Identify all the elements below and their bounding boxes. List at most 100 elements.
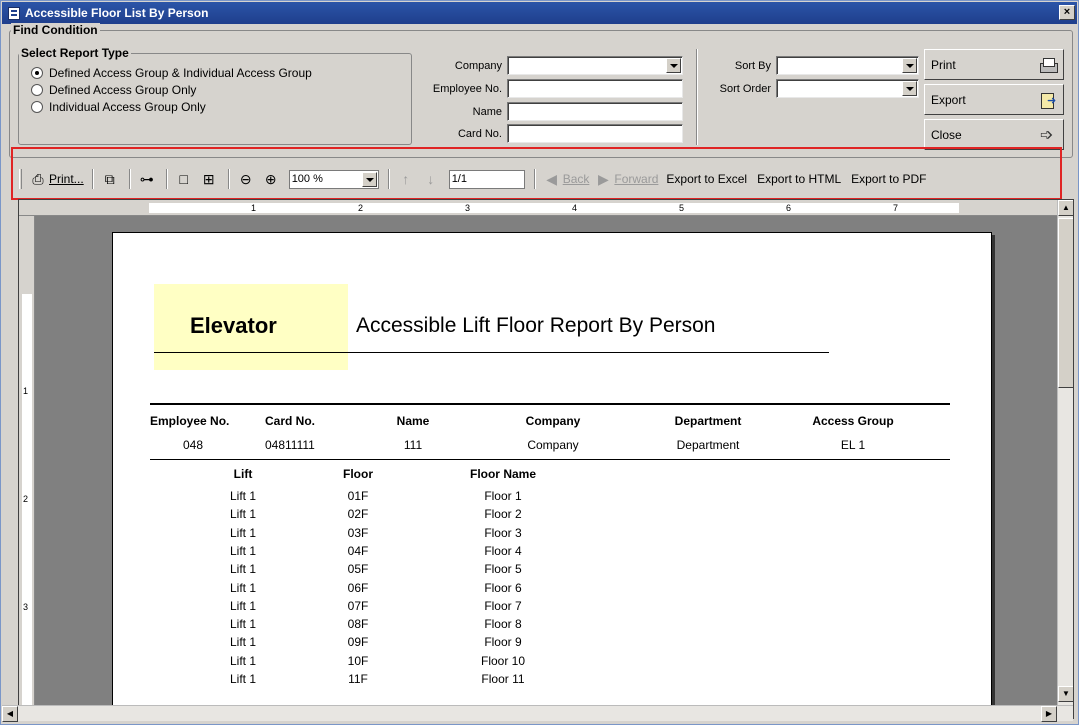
floor-cell: 04F xyxy=(347,543,369,558)
chevron-down-icon[interactable] xyxy=(902,58,917,73)
report-type-legend: Select Report Type xyxy=(19,46,131,60)
lift-cell: Lift 1 xyxy=(229,598,256,613)
title-bar: Accessible Floor List By Person × xyxy=(2,2,1077,24)
card-no-input[interactable] xyxy=(507,124,683,143)
scroll-down-arrow[interactable]: ▼ xyxy=(1058,686,1073,702)
radio-label: Individual Access Group Only xyxy=(49,100,206,114)
sort-order-select[interactable] xyxy=(776,79,919,98)
radio-label: Defined Access Group Only xyxy=(49,83,197,97)
horizontal-scrollbar[interactable]: ◀ ▶ xyxy=(2,705,1073,722)
export-button-label: Export xyxy=(931,92,966,107)
sort-by-label: Sort By xyxy=(734,60,771,72)
radio-label: Defined Access Group & Individual Access… xyxy=(49,66,312,80)
company-select[interactable] xyxy=(507,56,683,75)
export-button[interactable]: Export xyxy=(924,84,1064,115)
ruler-tick: 2 xyxy=(358,203,364,213)
employee-no-value: 048 xyxy=(182,438,204,452)
ruler-tick: 3 xyxy=(23,602,29,612)
scroll-thumb[interactable] xyxy=(1058,218,1073,388)
floor-cell: 10F xyxy=(347,653,369,668)
col-access-group: Access Group xyxy=(812,414,894,428)
divider xyxy=(696,49,698,145)
close-window-button[interactable]: × xyxy=(1059,5,1075,20)
ruler-tick: 3 xyxy=(465,203,471,213)
floor-cell: 03F xyxy=(347,525,369,540)
col-floor-name: Floor Name xyxy=(469,467,536,481)
toolbar-highlight xyxy=(11,147,1062,200)
col-department: Department xyxy=(674,414,742,428)
radio-defined-only[interactable]: Defined Access Group Only xyxy=(31,83,196,97)
sort-order-label: Sort Order xyxy=(719,83,771,95)
vertical-scrollbar[interactable]: ▲ ▼ xyxy=(1057,200,1073,718)
app-icon xyxy=(8,6,20,20)
col-card-no: Card No. xyxy=(265,414,316,428)
ruler-tick: 1 xyxy=(23,386,29,396)
floor-name-cell: Floor 6 xyxy=(484,580,522,595)
horizontal-ruler: 1 2 3 4 5 6 7 xyxy=(19,200,1059,216)
report-title: Accessible Lift Floor Report By Person xyxy=(356,314,716,337)
window-title: Accessible Floor List By Person xyxy=(25,6,209,20)
floor-name-cell: Floor 4 xyxy=(484,543,522,558)
close-button[interactable]: Close xyxy=(924,119,1064,150)
radio-button[interactable] xyxy=(31,67,43,79)
ruler-tick: 5 xyxy=(679,203,685,213)
print-button-label: Print xyxy=(931,57,956,72)
col-name: Name xyxy=(396,414,430,428)
lift-cell: Lift 1 xyxy=(229,635,256,650)
radio-defined-and-individual[interactable]: Defined Access Group & Individual Access… xyxy=(31,66,312,80)
ruler-tick: 2 xyxy=(23,494,29,504)
col-company: Company xyxy=(525,414,581,428)
report-preview[interactable]: 1 2 3 4 5 6 7 1 2 3 Elevator Accessible … xyxy=(18,199,1074,719)
report-page: Elevator Accessible Lift Floor Report By… xyxy=(112,232,992,718)
sort-by-select[interactable] xyxy=(776,56,919,75)
header-rule xyxy=(150,403,950,405)
lift-cell: Lift 1 xyxy=(229,543,256,558)
name-input[interactable] xyxy=(507,102,683,121)
floor-cell: 06F xyxy=(347,580,369,595)
printer-icon xyxy=(1039,57,1058,73)
scroll-right-arrow[interactable]: ▶ xyxy=(1041,706,1057,722)
export-icon xyxy=(1039,92,1057,109)
radio-individual-only[interactable]: Individual Access Group Only xyxy=(31,100,206,114)
company-value: Company xyxy=(527,438,579,452)
card-no-label: Card No. xyxy=(457,128,502,140)
company-label: Company xyxy=(454,60,502,72)
lift-cell: Lift 1 xyxy=(229,525,256,540)
ruler-tick: 6 xyxy=(786,203,792,213)
col-floor: Floor xyxy=(343,467,373,481)
ruler-tick: 1 xyxy=(251,203,257,213)
title-rule xyxy=(154,352,829,353)
employee-no-input[interactable] xyxy=(507,79,683,98)
floor-name-cell: Floor 5 xyxy=(484,562,522,577)
floor-cell: 08F xyxy=(347,617,369,632)
floor-name-cell: Floor 9 xyxy=(484,635,522,650)
ruler-scale xyxy=(149,203,959,213)
detail-rule xyxy=(150,459,950,460)
col-employee-no: Employee No. xyxy=(150,414,230,428)
radio-button[interactable] xyxy=(31,84,43,96)
access-group-value: EL 1 xyxy=(840,438,866,452)
floor-cell: 07F xyxy=(347,598,369,613)
app-window: Accessible Floor List By Person × Find C… xyxy=(0,0,1079,725)
chevron-down-icon[interactable] xyxy=(902,81,917,96)
floor-cell: 01F xyxy=(347,489,369,503)
scroll-left-arrow[interactable]: ◀ xyxy=(2,706,18,722)
floor-name-cell: Floor 2 xyxy=(484,507,522,522)
chevron-down-icon[interactable] xyxy=(666,58,681,73)
radio-button[interactable] xyxy=(31,101,43,113)
exit-icon xyxy=(1039,125,1057,145)
lift-cell: Lift 1 xyxy=(229,672,256,686)
lift-cell: Lift 1 xyxy=(229,489,256,503)
floor-name-cell: Floor 7 xyxy=(484,598,522,613)
floor-cell: 09F xyxy=(347,635,369,650)
name-value: 111 xyxy=(403,438,423,452)
ruler-tick: 7 xyxy=(893,203,899,213)
floor-name-cell: Floor 10 xyxy=(480,653,526,668)
find-condition-legend: Find Condition xyxy=(11,23,100,37)
ruler-tick: 4 xyxy=(572,203,578,213)
lift-cell: Lift 1 xyxy=(229,580,256,595)
floor-name-cell: Floor 11 xyxy=(481,672,525,686)
lift-cell: Lift 1 xyxy=(229,653,256,668)
print-button[interactable]: Print xyxy=(924,49,1064,80)
scroll-up-arrow[interactable]: ▲ xyxy=(1058,200,1073,216)
